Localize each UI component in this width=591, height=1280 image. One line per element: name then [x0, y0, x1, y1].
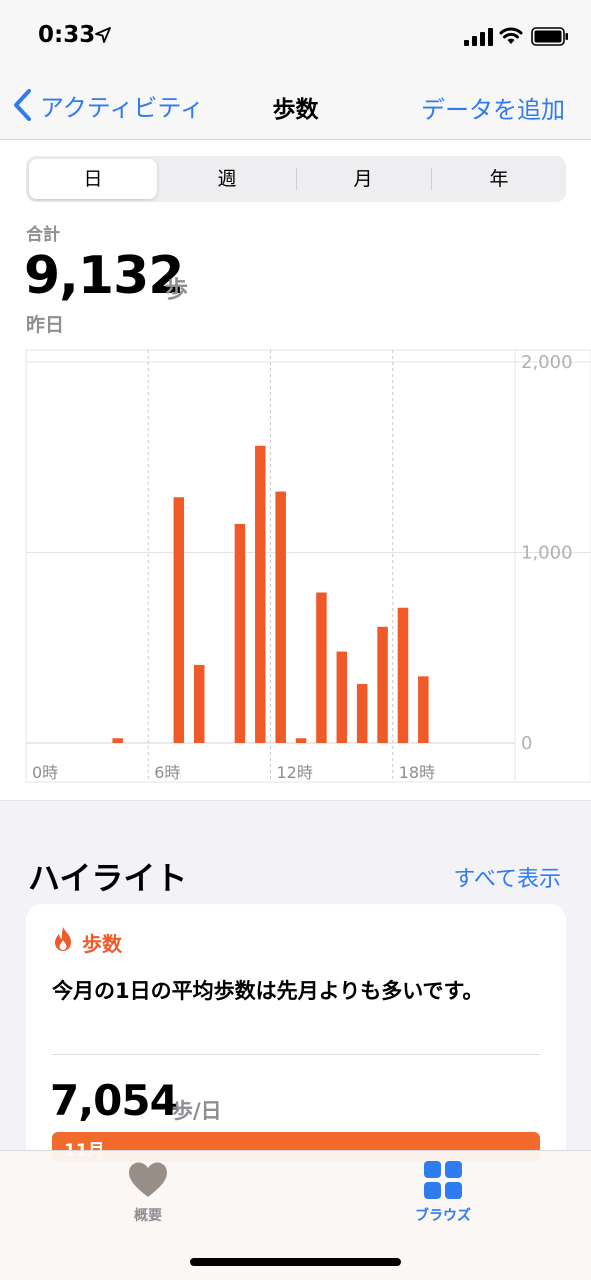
total-date: 昨日 — [26, 314, 65, 336]
y-tick-label: 1,000 — [521, 543, 573, 564]
bar — [418, 676, 429, 743]
chart-grid — [25, 349, 591, 783]
total-steps-unit: 歩 — [165, 277, 188, 303]
show-all-button[interactable]: すべて表示 — [453, 861, 561, 893]
status-bar: 0:33 — [0, 0, 591, 70]
x-tick-label: 12時 — [277, 763, 313, 782]
tab-summary-label: 概要 — [134, 1208, 162, 1224]
wifi-icon — [499, 27, 523, 44]
bar — [193, 664, 205, 743]
location-arrow-icon — [95, 27, 111, 43]
tab-browse-label: ブラウズ — [415, 1208, 471, 1224]
x-tick-label: 0時 — [32, 763, 58, 782]
segment-week[interactable]: 週 — [163, 159, 291, 199]
x-tick-label: 18時 — [399, 763, 435, 782]
total-steps-value: 9,132 — [24, 246, 184, 306]
highlight-unit: 歩/日 — [172, 1099, 222, 1123]
chart-x-labels: 0時 6時 12時 18時 — [32, 763, 435, 782]
flame-icon — [55, 927, 71, 951]
chart-y-labels: 2,000 1,000 0 — [521, 352, 573, 754]
bar — [112, 738, 123, 743]
bar — [173, 497, 185, 743]
segment-divider — [431, 168, 432, 190]
bar — [316, 592, 327, 743]
back-button-label: アクティビティ — [40, 93, 204, 122]
home-indicator — [190, 1258, 401, 1266]
segment-year[interactable]: 年 — [435, 159, 563, 199]
steps-bar-chart[interactable]: 0時 6時 12時 18時 2,000 1,000 0 — [0, 340, 591, 790]
bar — [234, 523, 246, 743]
tab-browse[interactable]: ブラウズ — [383, 1161, 503, 1231]
chevron-left-icon — [14, 89, 31, 121]
cellular-signal-icon — [464, 28, 493, 46]
back-button[interactable]: アクティビティ — [12, 88, 204, 122]
navigation-bar: アクティビティ 歩数 データを追加 — [0, 70, 591, 140]
y-tick-label: 2,000 — [521, 352, 573, 373]
grid-icon — [424, 1161, 462, 1199]
bar — [255, 445, 266, 743]
highlight-text: 今月の1日の平均歩数は先月よりも多いです。 — [52, 979, 484, 1003]
highlight-category: 歩数 — [82, 932, 122, 956]
tab-summary[interactable]: 概要 — [88, 1161, 208, 1231]
bar — [377, 626, 388, 743]
highlights-title: ハイライト — [28, 859, 188, 897]
highlight-value: 7,054 — [50, 1076, 179, 1125]
segment-month[interactable]: 月 — [299, 159, 427, 199]
bar — [275, 491, 286, 743]
segment-divider — [296, 168, 297, 190]
card-divider — [52, 1054, 540, 1055]
y-tick-label: 0 — [521, 733, 532, 754]
status-time: 0:33 — [38, 22, 96, 48]
bar — [336, 651, 348, 743]
segment-day[interactable]: 日 — [29, 159, 157, 199]
period-segmented-control: 日 週 月 年 — [26, 156, 566, 202]
x-tick-label: 6時 — [154, 763, 180, 782]
battery-icon — [531, 27, 568, 46]
chart-frame — [25, 349, 591, 783]
bar — [356, 683, 368, 743]
bar — [397, 607, 409, 743]
bar — [295, 738, 307, 743]
heart-icon — [129, 1162, 167, 1197]
total-label: 合計 — [26, 225, 60, 245]
add-data-button[interactable]: データを追加 — [421, 90, 565, 125]
